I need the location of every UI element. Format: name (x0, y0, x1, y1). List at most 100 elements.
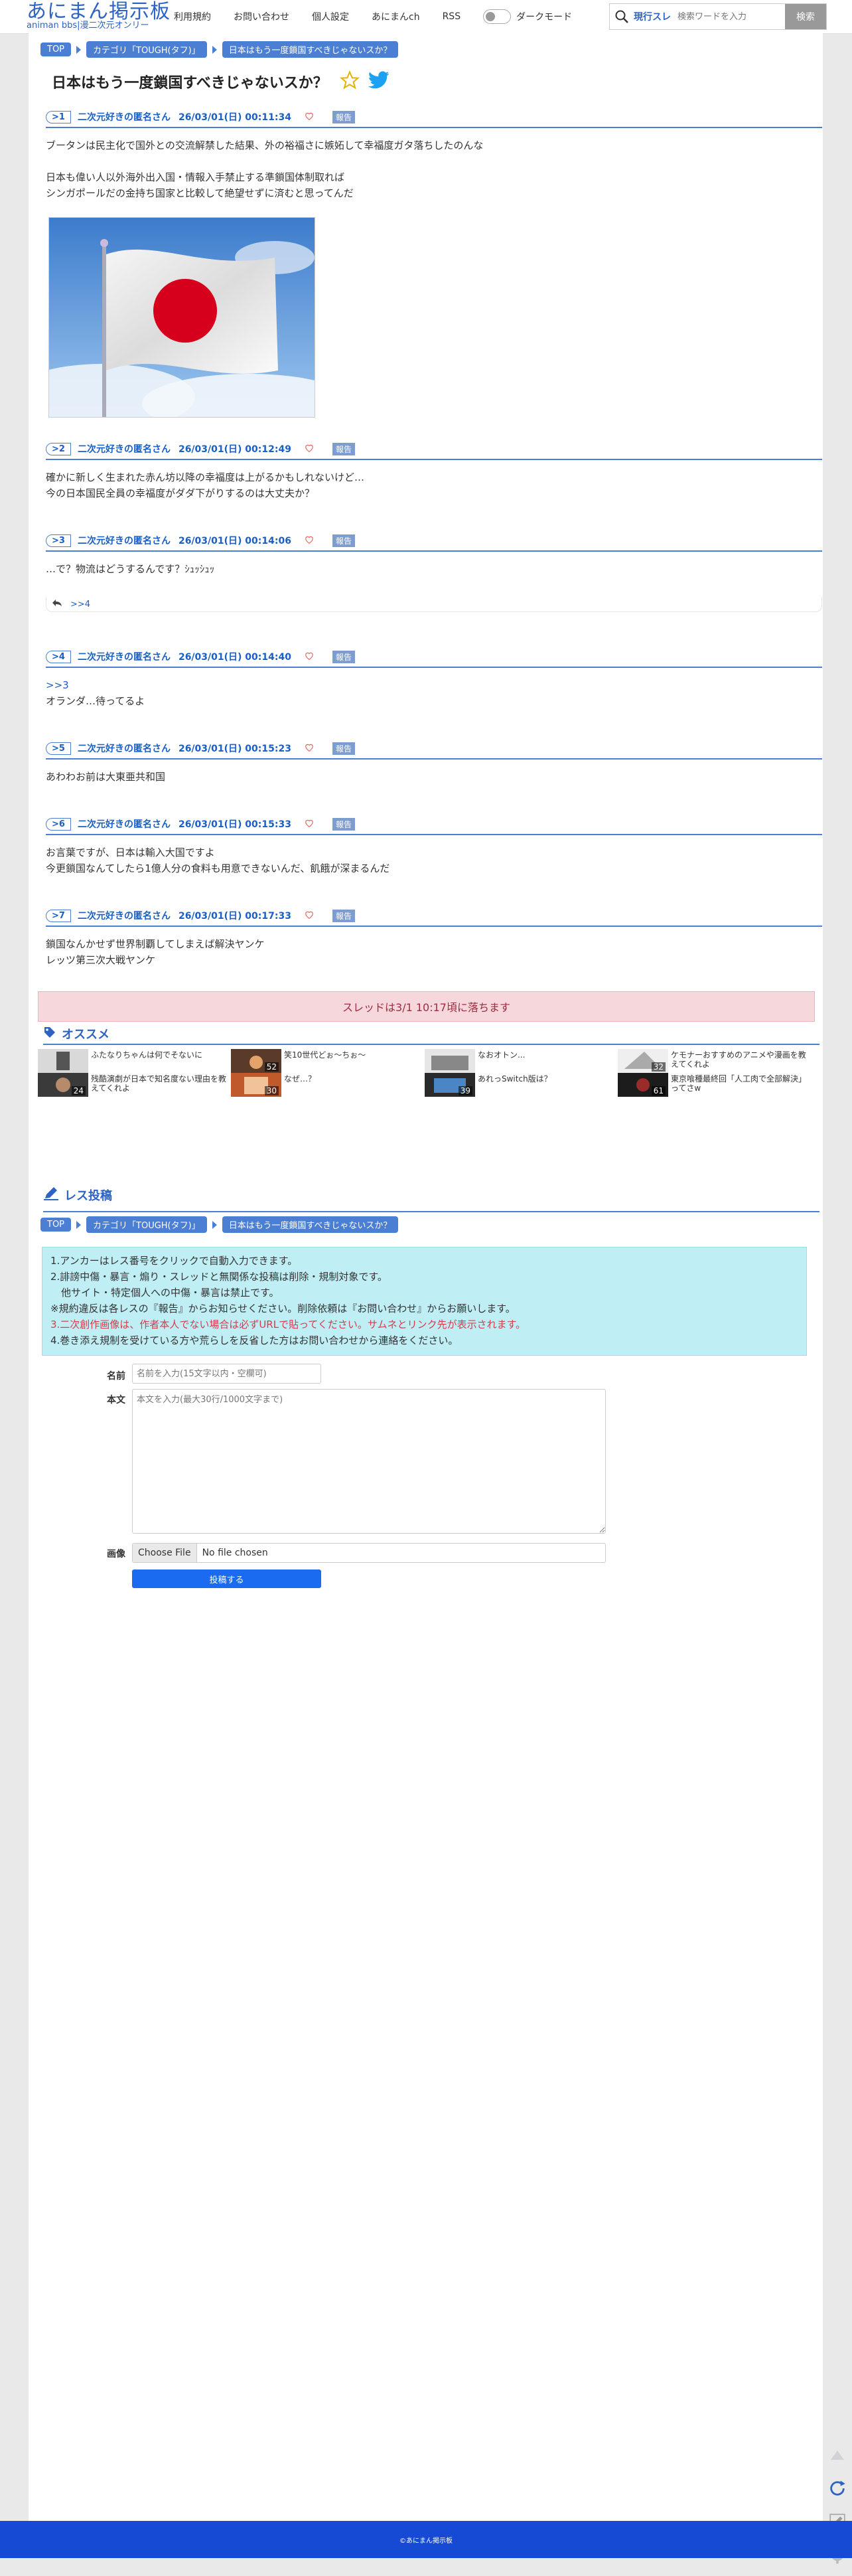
post-4: >4 二次元好きの匿名さん 26/03/01(日) 00:14:40 報告 >>… (46, 649, 822, 709)
post-author: 二次元好きの匿名さん (77, 444, 171, 455)
post-text: あわわお前は大東亜共和国 (46, 771, 166, 783)
image-file-input[interactable]: Choose File No file chosen (132, 1543, 606, 1563)
scroll-top-icon[interactable] (826, 2443, 849, 2467)
recommend-title-text: 残酷演劇が日本で知名度ない理由を教えてくれよ (91, 1074, 227, 1093)
twitter-share-icon[interactable] (368, 71, 390, 92)
japan-flag-image[interactable] (48, 217, 315, 418)
rule-line: ※規約違反は各レスの『報告』からお知らせください。削除依頼は『お問い合わせ』から… (50, 1303, 516, 1315)
post-header: >2 二次元好きの匿名さん 26/03/01(日) 00:12:49 報告 (46, 442, 822, 460)
section-divider (43, 1044, 819, 1045)
submit-post-button[interactable]: 投稿する (132, 1570, 321, 1588)
breadcrumb-bottom: TOP カテゴリ「TOUGH(タフ)」 日本はもう一度鎖国すべきじゃないスか？ (40, 1216, 399, 1233)
breadcrumb-separator (212, 45, 217, 54)
heart-icon[interactable] (305, 651, 314, 663)
comment-count: 30 (264, 1086, 279, 1095)
nav-terms[interactable]: 利用規約 (174, 10, 211, 23)
post-text: 鎖国なんかせず世界制覇してしまえば解決ヤンケ レッツ第三次大戦ヤンケ (46, 938, 265, 966)
breadcrumb-top[interactable]: TOP (40, 42, 72, 56)
recommend-item[interactable]: ふたなりちゃんは何でそないに (38, 1049, 230, 1073)
nav-contact[interactable]: お問い合わせ (234, 10, 289, 23)
post-body: あわわお前は大東亜共和国 (46, 769, 822, 785)
breadcrumb-top[interactable]: TOP (40, 1218, 72, 1232)
post-2: >2 二次元好きの匿名さん 26/03/01(日) 00:12:49 報告 確か… (46, 442, 822, 501)
report-button[interactable]: 報告 (332, 742, 355, 755)
footer-copyright: ©あにまん掲示板 (399, 2537, 453, 2545)
file-status: No file chosen (202, 1548, 268, 1558)
post-author: 二次元好きの匿名さん (77, 911, 171, 922)
heart-icon[interactable] (305, 535, 314, 546)
post-body: …で？物流はどうするんです？ｼｭｯｼｭｯ (46, 561, 822, 577)
post-author: 二次元好きの匿名さん (77, 112, 171, 123)
recommend-thumbnail (425, 1049, 475, 1073)
post-date: 26/03/01(日) 00:17:33 (178, 911, 291, 922)
post-number[interactable]: >2 (46, 442, 71, 455)
heart-icon[interactable] (305, 819, 314, 830)
nav-rss[interactable]: RSS (443, 11, 461, 22)
post-header: >3 二次元好きの匿名さん 26/03/01(日) 00:14:06 報告 (46, 533, 822, 552)
recommend-title-text: ふたなりちゃんは何でそないに (91, 1050, 203, 1060)
search-mode-select[interactable]: 現行スレ (634, 10, 671, 23)
choose-file-button[interactable]: Choose File (133, 1544, 197, 1562)
recommend-thumbnail: 61 (618, 1073, 668, 1097)
recommend-thumbnail (38, 1049, 88, 1073)
post-header: >4 二次元好きの匿名さん 26/03/01(日) 00:14:40 報告 (46, 649, 822, 668)
report-button[interactable]: 報告 (332, 909, 355, 922)
thread-title-row: 日本はもう一度鎖国すべきじゃないスか？ (52, 70, 390, 93)
section-divider (43, 1211, 819, 1212)
post-number[interactable]: >1 (46, 110, 71, 123)
post-number[interactable]: >7 (46, 909, 71, 922)
post-header: >6 二次元好きの匿名さん 26/03/01(日) 00:15:33 報告 (46, 817, 822, 835)
breadcrumb-category[interactable]: カテゴリ「TOUGH(タフ)」 (86, 41, 207, 58)
report-button[interactable]: 報告 (332, 442, 355, 455)
recommend-item[interactable]: 52 笑10世代どぉ〜ちぉ〜 (231, 1049, 423, 1073)
heart-icon[interactable] (305, 910, 314, 922)
post-number[interactable]: >4 (46, 650, 71, 663)
dark-mode-toggle[interactable] (483, 9, 512, 24)
breadcrumb-thread[interactable]: 日本はもう一度鎖国すべきじゃないスか？ (222, 41, 399, 58)
breadcrumb-thread[interactable]: 日本はもう一度鎖国すべきじゃないスか？ (222, 1216, 399, 1233)
post-number[interactable]: >3 (46, 534, 71, 547)
body-textarea[interactable] (132, 1389, 606, 1534)
post-number[interactable]: >5 (46, 742, 71, 755)
reply-anchor-link[interactable]: >>4 (70, 600, 90, 609)
name-label: 名前 (107, 1371, 125, 1382)
heart-icon[interactable] (305, 112, 314, 123)
breadcrumb-category[interactable]: カテゴリ「TOUGH(タフ)」 (86, 1216, 207, 1233)
recommend-item[interactable]: なおオトン... (425, 1049, 617, 1073)
recommend-title-text: なぜ…？ (284, 1074, 317, 1084)
recommend-item[interactable]: 24 残酷演劇が日本で知名度ない理由を教えてくれよ (38, 1073, 230, 1097)
post-7: >7 二次元好きの匿名さん 26/03/01(日) 00:17:33 報告 鎖国… (46, 908, 822, 968)
post-date: 26/03/01(日) 00:12:49 (178, 444, 291, 455)
post-number[interactable]: >6 (46, 817, 71, 831)
recommend-title-text: 東京喰種最終回「人工肉で全部解決」ってさw (671, 1074, 807, 1093)
recommend-item[interactable]: 32 ケモナーおすすめのアニメや漫画を教えてくれよ (618, 1049, 810, 1073)
search-input[interactable] (676, 11, 782, 23)
post-header: >7 二次元好きの匿名さん 26/03/01(日) 00:17:33 報告 (46, 908, 822, 927)
reply-form-heading: レス投稿 (64, 1188, 112, 1203)
report-button[interactable]: 報告 (332, 650, 355, 663)
recommend-item[interactable]: 61 東京喰種最終回「人工肉で全部解決」ってさw (618, 1073, 810, 1097)
site-logo[interactable]: あにまん掲示板 animan bbs|漫二次元オンリー (27, 1, 171, 31)
reload-icon[interactable] (826, 2476, 849, 2500)
post-text: オランダ…待ってるよ (46, 695, 145, 707)
recommend-title-text: 笑10世代どぉ〜ちぉ〜 (284, 1050, 366, 1060)
name-input[interactable] (132, 1364, 321, 1384)
posting-rules: 1.アンカーはレス番号をクリックで自動入力できます。 2.誹謗中傷・暴言・煽り・… (42, 1247, 807, 1356)
report-button[interactable]: 報告 (332, 534, 355, 547)
recommend-item[interactable]: 39 あれっSwitch版は？ (425, 1073, 617, 1097)
favorite-star-icon[interactable] (339, 70, 360, 93)
post-date: 26/03/01(日) 00:14:06 (178, 536, 291, 546)
heart-icon[interactable] (305, 743, 314, 754)
heart-icon[interactable] (305, 443, 314, 455)
report-button[interactable]: 報告 (332, 817, 355, 831)
recommend-item[interactable]: 30 なぜ…？ (231, 1073, 423, 1097)
search-button[interactable]: 検索 (785, 4, 826, 29)
post-anchor-link[interactable]: >>3 (46, 677, 822, 693)
nav-settings[interactable]: 個人設定 (312, 10, 349, 23)
post-author: 二次元好きの匿名さん (77, 652, 171, 663)
report-button[interactable]: 報告 (332, 110, 355, 123)
post-body: ブータンは民主化で国外との交流解禁した結果、外の裕福さに嫉妬して幸福度ガタ落ちし… (46, 137, 822, 418)
nav-animanch[interactable]: あにまんch (372, 10, 420, 23)
recommend-thumbnail: 30 (231, 1073, 281, 1097)
recommend-title-text: あれっSwitch版は？ (478, 1074, 552, 1084)
